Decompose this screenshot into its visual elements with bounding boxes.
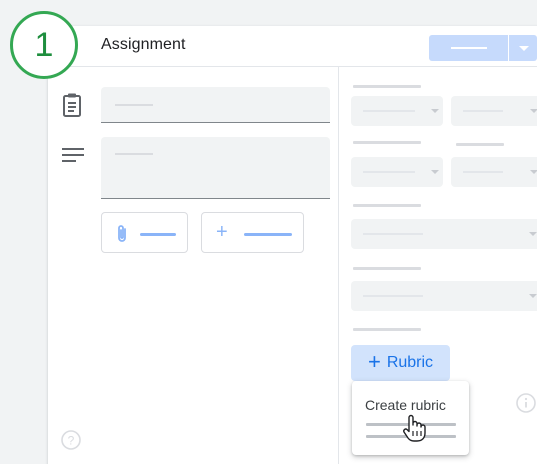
column-divider <box>338 67 339 464</box>
due-select[interactable] <box>451 157 537 187</box>
clipboard-icon <box>63 93 81 117</box>
chevron-down-icon <box>431 109 439 113</box>
info-icon[interactable] <box>515 392 537 414</box>
points-select[interactable] <box>351 157 443 187</box>
svg-text:?: ? <box>68 434 75 448</box>
page-title: Assignment <box>101 36 186 53</box>
paperclip-icon <box>118 225 126 242</box>
create-rubric-menu-item[interactable]: Create rubric <box>365 397 446 413</box>
instructions-placeholder <box>115 153 153 155</box>
add-rubric-button[interactable]: + Rubric <box>351 345 450 381</box>
rubric-label-placeholder <box>353 328 421 331</box>
hand-cursor-icon <box>403 414 426 442</box>
page: Assignment 1 + ? + Rubric Create rubric <box>0 0 537 464</box>
notes-icon <box>62 148 84 162</box>
chevron-down-icon <box>529 232 537 236</box>
chevron-down-icon <box>529 294 537 298</box>
plus-icon: + <box>216 221 228 243</box>
chevron-down-icon <box>530 170 537 174</box>
title-placeholder <box>115 104 153 106</box>
topic-label-placeholder <box>353 204 421 207</box>
grading-select-placeholder <box>363 295 423 297</box>
chevron-down-icon <box>519 46 529 51</box>
students-select[interactable] <box>451 96 537 126</box>
topic-select-placeholder <box>363 233 423 235</box>
title-field[interactable] <box>101 87 330 123</box>
assign-button-label-placeholder <box>451 47 487 49</box>
step-number-badge: 1 <box>10 11 78 79</box>
header-divider <box>48 66 537 67</box>
chevron-down-icon <box>530 109 537 113</box>
topic-select[interactable] <box>351 219 537 249</box>
rubric-button-label: Rubric <box>386 354 434 371</box>
due-select-placeholder <box>463 171 503 173</box>
attach-button[interactable] <box>101 212 188 253</box>
help-icon[interactable]: ? <box>60 429 82 451</box>
instructions-field[interactable] <box>101 137 330 199</box>
plus-icon: + <box>367 349 381 374</box>
create-button-label-placeholder <box>244 233 292 236</box>
assign-button[interactable] <box>429 35 508 61</box>
points-label-placeholder <box>353 141 421 144</box>
class-select-placeholder <box>363 110 415 112</box>
students-select-placeholder <box>463 110 503 112</box>
grading-select[interactable] <box>351 281 537 311</box>
grading-label-placeholder <box>353 267 421 270</box>
chevron-down-icon <box>431 170 439 174</box>
assign-dropdown-button[interactable] <box>509 35 537 61</box>
points-select-placeholder <box>363 171 415 173</box>
class-select[interactable] <box>351 96 443 126</box>
attach-button-label-placeholder <box>140 233 176 236</box>
due-label-placeholder <box>456 143 504 146</box>
for-label-placeholder <box>353 85 421 88</box>
create-button[interactable]: + <box>201 212 304 253</box>
